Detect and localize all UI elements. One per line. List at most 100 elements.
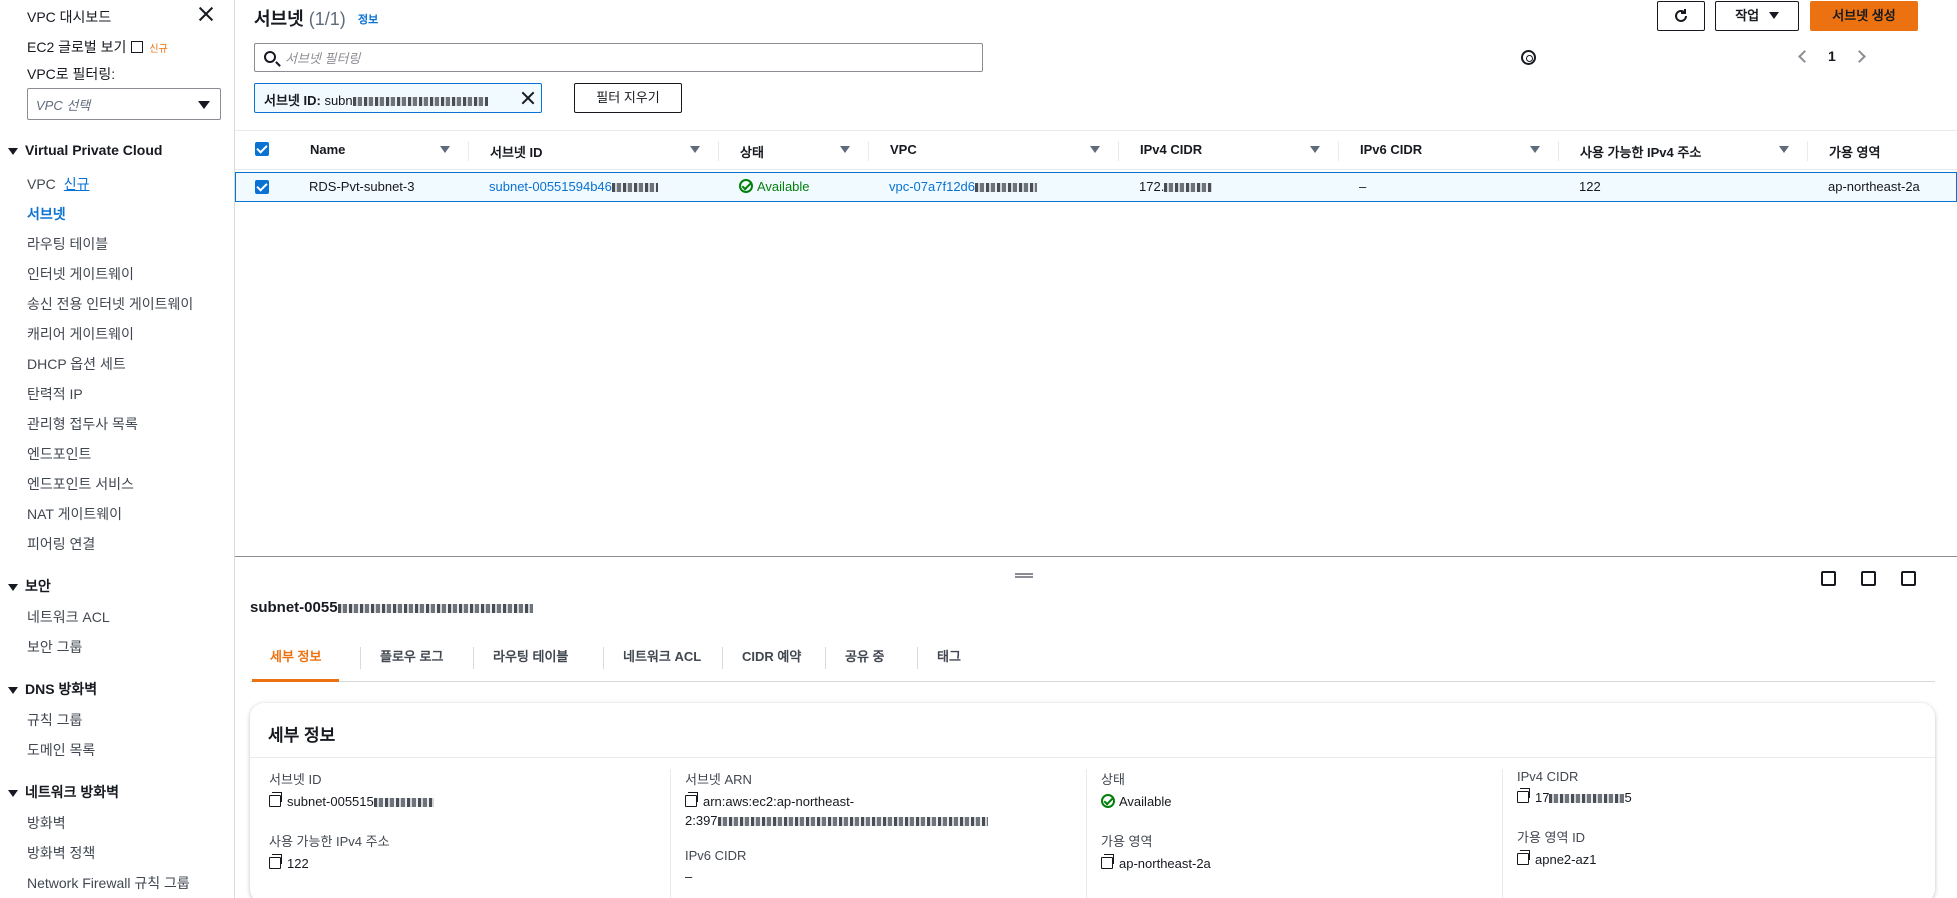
cell-state: Available [739,179,810,194]
copy-icon[interactable] [269,854,282,869]
close-icon[interactable] [198,6,214,22]
sort-icon[interactable] [440,146,450,153]
column-divider[interactable] [868,141,869,161]
row-checkbox[interactable] [255,180,269,194]
sort-icon[interactable] [690,146,700,153]
sidebar-item-nat-gateways[interactable]: NAT 게이트웨이 [27,504,122,524]
expand-triangle-icon [8,789,18,797]
sort-icon[interactable] [1779,146,1789,153]
copy-icon[interactable] [269,792,282,807]
info-link[interactable]: 정보 [358,11,378,27]
column-divider[interactable] [1338,141,1339,161]
tab-details[interactable]: 세부 정보 [252,632,340,682]
sidebar-item-vpc[interactable]: VPC 신규 [27,174,90,194]
details-split-panel: subnet-0055 세부 정보 플로우 로그 라우팅 테이블 네트워크 AC… [235,556,1957,898]
sidebar-item-egress-only-igw[interactable]: 송신 전용 인터넷 게이트웨이 [27,294,193,314]
sidebar-item-route-tables[interactable]: 라우팅 테이블 [27,234,108,254]
tab-tags[interactable]: 태그 [919,632,979,682]
sidebar-item-peering[interactable]: 피어링 연결 [27,534,95,554]
sidebar-global-view-link[interactable]: EC2 글로벌 보기 신규 [27,37,168,57]
subnet-id-text: subnet-00551594b46 [489,179,612,194]
actions-button[interactable]: 작업 [1715,1,1799,31]
token-key: 서브넷 ID: [264,93,321,108]
copy-icon[interactable] [1101,854,1114,869]
vpc-filter-select[interactable]: VPC 선택 [27,88,221,120]
resize-handle[interactable] [1015,573,1033,578]
section-network-firewall[interactable]: 네트워크 방화벽 [8,782,119,802]
sidebar-item-nfw-rule-groups[interactable]: Network Firewall 규칙 그룹 [27,873,190,893]
sidebar-item-internet-gateways[interactable]: 인터넷 게이트웨이 [27,264,134,284]
tab-route-table[interactable]: 라우팅 테이블 [475,632,586,682]
col-available-ips[interactable]: 사용 가능한 IPv4 주소 [1580,142,1701,161]
cell-az: ap-northeast-2a [1828,179,1920,194]
sidebar-item-firewalls[interactable]: 방화벽 [27,813,66,833]
sidebar-item-carrier-gateways[interactable]: 캐리어 게이트웨이 [27,324,134,344]
search-input[interactable] [285,48,965,68]
sidebar-item-elastic-ip[interactable]: 탄력적 IP [27,384,83,404]
success-icon [739,179,753,193]
col-name[interactable]: Name [310,142,345,157]
card-title: 세부 정보 [268,726,336,745]
copy-icon[interactable] [1517,850,1530,865]
tab-flow-logs[interactable]: 플로우 로그 [362,632,461,682]
cell-subnet-id-link[interactable]: subnet-00551594b46 [489,179,658,194]
column-divider[interactable] [468,141,469,161]
expand-triangle-icon [8,686,18,694]
copy-icon[interactable] [1517,788,1530,803]
arn-text-line1: arn:aws:ec2:ap-northeast- [703,794,855,809]
details-title-text: subnet-0055 [250,599,338,616]
sort-icon[interactable] [1310,146,1320,153]
tab-sharing[interactable]: 공유 중 [827,632,903,682]
sidebar-item-prefix-lists[interactable]: 관리형 접두사 목록 [27,414,138,434]
section-dns-label: DNS 방화벽 [25,681,98,697]
prev-page-icon[interactable] [1798,50,1811,63]
remove-filter-icon[interactable] [520,90,536,106]
select-all-checkbox[interactable] [255,142,269,156]
panel-bottom-icon[interactable] [1821,571,1836,586]
clear-filters-button[interactable]: 필터 지우기 [574,83,682,113]
panel-full-icon[interactable] [1901,571,1916,586]
cell-ipv4-cidr: 172. [1139,179,1213,194]
sidebar-item-dhcp-options[interactable]: DHCP 옵션 세트 [27,354,126,374]
table-row[interactable]: RDS-Pvt-subnet-3 subnet-00551594b46 Avai… [235,172,1957,202]
sidebar-item-rule-groups[interactable]: 규칙 그룹 [27,710,82,730]
gear-icon[interactable] [1521,50,1536,65]
col-ipv4-cidr[interactable]: IPv4 CIDR [1140,142,1202,157]
sort-icon[interactable] [840,146,850,153]
sidebar-item-network-acl[interactable]: 네트워크 ACL [27,607,110,627]
sidebar-item-domain-lists[interactable]: 도메인 목록 [27,740,95,760]
column-divider[interactable] [1807,141,1808,161]
redacted-text [1549,794,1625,804]
section-security[interactable]: 보안 [8,576,51,596]
column-divider[interactable] [718,141,719,161]
sidebar-item-endpoints[interactable]: 엔드포인트 [27,444,91,464]
tab-cidr-reservations[interactable]: CIDR 예약 [724,632,819,682]
sidebar-item-security-groups[interactable]: 보안 그룹 [27,637,82,657]
create-subnet-button[interactable]: 서브넷 생성 [1810,1,1918,31]
tab-network-acl[interactable]: 네트워크 ACL [605,632,719,682]
copy-icon[interactable] [685,792,698,807]
new-badge: 신규 [63,176,90,192]
col-state[interactable]: 상태 [740,142,764,161]
col-ipv6-cidr[interactable]: IPv6 CIDR [1360,142,1422,157]
cell-vpc-link[interactable]: vpc-07a7f12d6 [889,179,1038,194]
sidebar-item-firewall-policies[interactable]: 방화벽 정책 [27,843,95,863]
next-page-icon[interactable] [1853,50,1866,63]
sort-icon[interactable] [1530,146,1540,153]
col-subnet-id[interactable]: 서브넷 ID [490,142,543,161]
column-divider[interactable] [1558,141,1559,161]
az-id-value: apne2-az1 [1517,850,1632,867]
refresh-button[interactable] [1657,1,1705,31]
sort-icon[interactable] [1090,146,1100,153]
sidebar-item-subnets[interactable]: 서브넷 [27,204,66,224]
column-divider[interactable] [1118,141,1119,161]
global-view-label[interactable]: EC2 글로벌 보기 [27,39,126,55]
section-dns-firewall[interactable]: DNS 방화벽 [8,679,97,699]
col-vpc[interactable]: VPC [890,142,917,157]
sidebar-dashboard-link[interactable]: VPC 대시보드 [27,7,111,27]
panel-side-icon[interactable] [1861,571,1876,586]
section-vpc[interactable]: Virtual Private Cloud [8,142,162,158]
page-number[interactable]: 1 [1828,48,1836,64]
sidebar-item-endpoint-services[interactable]: 엔드포인트 서비스 [27,474,134,494]
col-az[interactable]: 가용 영역 [1829,142,1880,161]
